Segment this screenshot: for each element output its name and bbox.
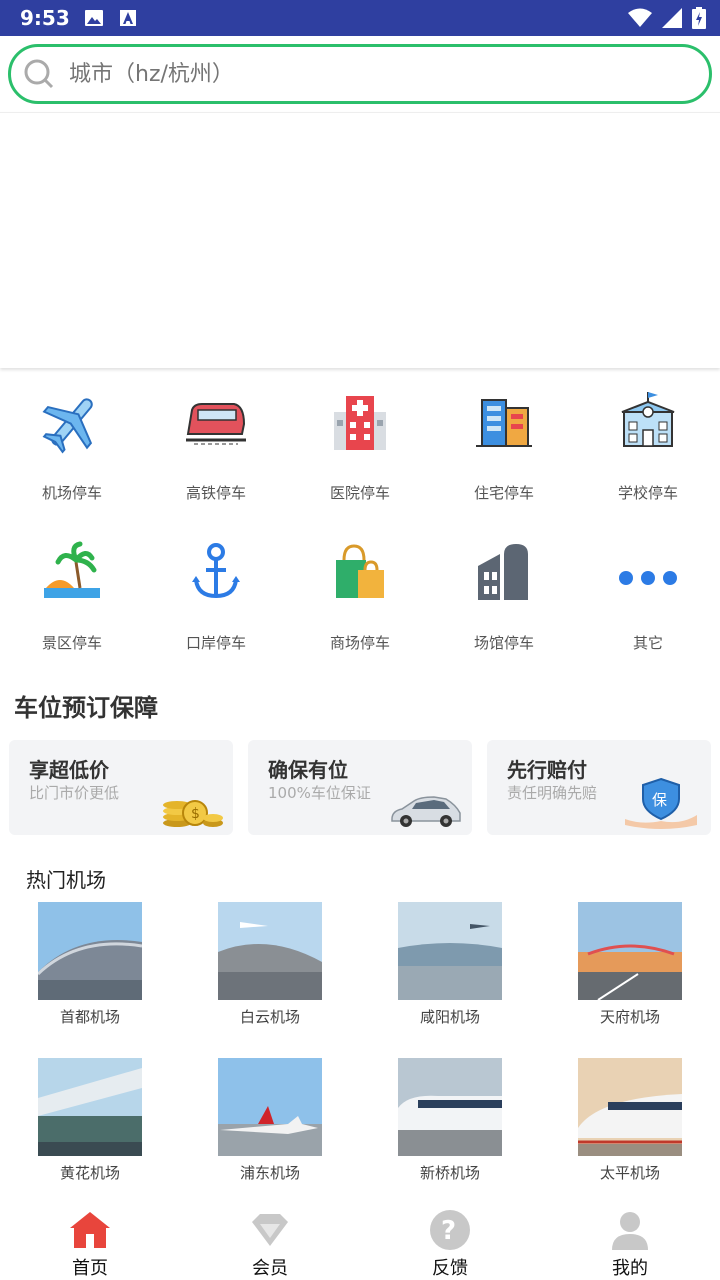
tab-label: 反馈 <box>432 1258 468 1279</box>
coins-icon: $ <box>163 800 223 827</box>
bottom-tab-bar: 首页 会员 ? 反馈 我的 <box>0 1200 720 1280</box>
tab-membership[interactable]: 会员 <box>180 1200 360 1280</box>
category-label: 高铁停车 <box>185 484 246 502</box>
anchor-icon <box>192 543 240 599</box>
airport-name: 新桥机场 <box>419 1164 480 1182</box>
card-title: 确保有位 <box>268 758 348 782</box>
card-title: 先行赔付 <box>507 758 587 782</box>
guarantee-card-spot[interactable]: 确保有位 100%车位保证 <box>248 740 472 835</box>
guarantee-cards: 享超低价 比门市价更低 $ 确保有位 100%车位保证 先行赔付 责任明确先赔 <box>9 740 711 836</box>
wifi-icon <box>628 8 652 27</box>
status-bar: 9:53 <box>0 0 720 36</box>
more-dots-icon <box>619 571 677 585</box>
question-icon: ? <box>430 1210 470 1250</box>
diamond-icon <box>252 1214 288 1246</box>
search-icon <box>24 59 54 89</box>
tab-label: 首页 <box>72 1258 108 1279</box>
airport-photo <box>398 1058 502 1156</box>
tab-feedback[interactable]: ? 反馈 <box>360 1200 540 1280</box>
category-label: 景区停车 <box>41 634 102 652</box>
card-title: 享超低价 <box>29 758 109 782</box>
car-icon <box>391 796 461 827</box>
category-scenic[interactable]: 景区停车 <box>0 530 144 670</box>
school-icon <box>621 392 675 447</box>
font-notification-icon <box>119 10 136 26</box>
category-label: 住宅停车 <box>473 484 534 502</box>
home-icon <box>70 1212 110 1248</box>
category-port[interactable]: 口岸停车 <box>144 530 288 670</box>
city-search-bar[interactable] <box>8 44 712 104</box>
user-icon <box>612 1212 648 1250</box>
search-input[interactable] <box>69 61 629 87</box>
hot-airports-title: 热门机场 <box>26 868 106 892</box>
category-label: 学校停车 <box>617 484 678 502</box>
airport-item[interactable]: 浦东机场 <box>180 1058 360 1183</box>
airport-photo <box>38 902 142 1000</box>
venue-icon <box>478 544 528 600</box>
svg-text:保: 保 <box>652 791 667 809</box>
airport-name: 白云机场 <box>239 1008 300 1026</box>
category-mall[interactable]: 商场停车 <box>288 530 432 670</box>
guarantee-card-compensation[interactable]: 先行赔付 责任明确先赔 保 <box>487 740 711 835</box>
airport-name: 首都机场 <box>59 1008 120 1026</box>
airport-photo <box>38 1058 142 1156</box>
airport-photo <box>578 902 682 1000</box>
category-airport[interactable]: 机场停车 <box>0 380 144 520</box>
category-residence[interactable]: 住宅停车 <box>432 380 576 520</box>
airport-item[interactable]: 新桥机场 <box>360 1058 540 1183</box>
category-label: 场馆停车 <box>473 634 534 652</box>
category-school[interactable]: 学校停车 <box>576 380 720 520</box>
airport-item[interactable]: 天府机场 <box>540 902 720 1027</box>
residence-icon <box>476 399 532 447</box>
category-label: 商场停车 <box>329 634 390 652</box>
category-other[interactable]: 其它 <box>576 530 720 670</box>
tab-home[interactable]: 首页 <box>0 1200 180 1280</box>
cellular-signal-icon <box>662 8 682 28</box>
airport-name: 咸阳机场 <box>419 1008 480 1026</box>
category-train[interactable]: 高铁停车 <box>144 380 288 520</box>
airport-name: 太平机场 <box>599 1164 660 1182</box>
airport-name: 天府机场 <box>599 1008 660 1026</box>
category-venue[interactable]: 场馆停车 <box>432 530 576 670</box>
tab-label: 我的 <box>612 1258 648 1279</box>
card-subtitle: 责任明确先赔 <box>507 784 598 802</box>
hospital-icon <box>334 396 386 450</box>
tab-label: 会员 <box>252 1258 288 1279</box>
airport-item[interactable]: 太平机场 <box>540 1058 720 1183</box>
airport-item[interactable]: 首都机场 <box>0 902 180 1027</box>
train-icon <box>186 403 246 445</box>
shopping-bag-icon <box>336 544 384 598</box>
airport-name: 浦东机场 <box>239 1164 300 1182</box>
category-label: 口岸停车 <box>185 634 246 652</box>
card-subtitle: 比门市价更低 <box>29 784 120 802</box>
category-hospital[interactable]: 医院停车 <box>288 380 432 520</box>
banner-carousel[interactable] <box>0 112 720 368</box>
airport-item[interactable]: 黄花机场 <box>0 1058 180 1183</box>
svg-text:?: ? <box>441 1216 456 1246</box>
category-label: 机场停车 <box>41 484 102 502</box>
guarantee-card-low-price[interactable]: 享超低价 比门市价更低 $ <box>9 740 233 835</box>
tab-profile[interactable]: 我的 <box>540 1200 720 1280</box>
airport-item[interactable]: 咸阳机场 <box>360 902 540 1027</box>
guarantee-title: 车位预订保障 <box>14 694 158 722</box>
airport-photo <box>398 902 502 1000</box>
airport-name: 黄花机场 <box>59 1164 120 1182</box>
image-notification-icon <box>84 10 103 26</box>
airplane-icon <box>42 398 93 454</box>
airport-photo <box>218 1058 322 1156</box>
scenic-icon <box>44 541 100 598</box>
battery-icon <box>692 7 706 29</box>
status-time: 9:53 <box>20 6 70 30</box>
category-label: 医院停车 <box>329 484 390 502</box>
airport-photo <box>218 902 322 1000</box>
airport-item[interactable]: 白云机场 <box>180 902 360 1027</box>
svg-text:$: $ <box>191 806 200 822</box>
shield-hand-icon: 保 <box>625 777 697 829</box>
airport-photo <box>578 1058 682 1156</box>
card-subtitle: 100%车位保证 <box>268 784 371 802</box>
category-label: 其它 <box>632 634 663 652</box>
